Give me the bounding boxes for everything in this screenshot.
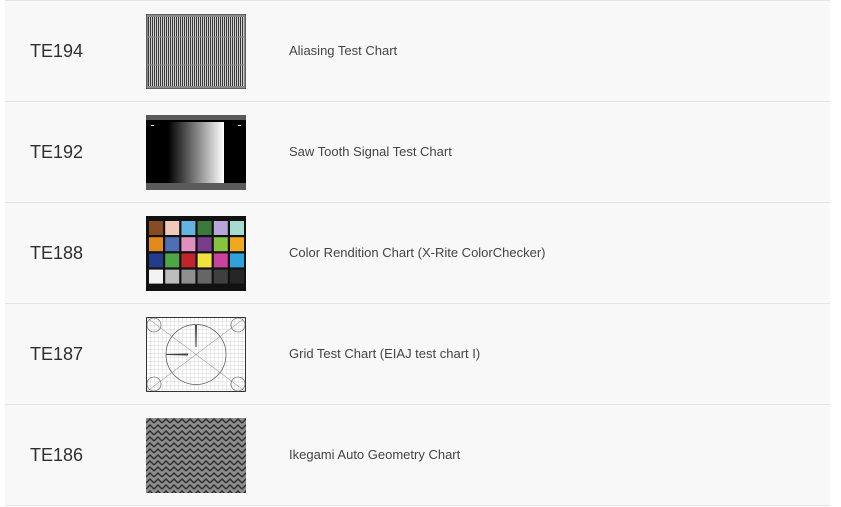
color-swatch — [230, 221, 244, 235]
color-swatch — [165, 237, 180, 252]
color-swatch — [181, 237, 196, 252]
color-swatch — [165, 221, 180, 235]
color-swatch — [181, 253, 196, 268]
color-swatch — [213, 237, 228, 252]
product-name[interactable]: Color Rendition Chart (X-Rite ColorCheck… — [289, 203, 545, 303]
product-code: TE187 — [30, 344, 84, 364]
aliasing-chart-image[interactable] — [146, 14, 246, 89]
product-code: TE186 — [30, 445, 84, 465]
product-name[interactable]: Ikegami Auto Geometry Chart — [289, 405, 460, 505]
color-swatch — [230, 269, 244, 284]
table-row[interactable]: TE194 Aliasing Test Chart — [5, 0, 830, 101]
color-swatch — [165, 269, 180, 284]
grid-chart-image[interactable] — [146, 317, 246, 392]
color-swatch — [197, 221, 212, 235]
color-swatch — [213, 253, 228, 268]
table-row[interactable]: TE192 Saw Tooth Signal Test Chart — [5, 101, 830, 202]
table-row[interactable]: TE187 Grid Test Chart (EIAJ test chart I… — [5, 303, 830, 404]
color-swatch — [213, 269, 228, 284]
color-swatch — [165, 253, 180, 268]
color-swatch — [197, 237, 212, 252]
product-name[interactable]: Saw Tooth Signal Test Chart — [289, 102, 452, 202]
product-code: TE188 — [30, 243, 84, 263]
geometry-chart-image[interactable] — [146, 418, 246, 493]
sawtooth-chart-image[interactable] — [146, 115, 246, 190]
color-swatch — [149, 269, 163, 284]
color-swatch — [230, 253, 244, 268]
product-name[interactable]: Grid Test Chart (EIAJ test chart I) — [289, 304, 480, 404]
color-swatch — [197, 253, 212, 268]
color-swatch — [181, 269, 196, 284]
color-swatch — [213, 221, 228, 235]
color-swatch — [149, 237, 163, 252]
colorchecker-chart-image[interactable] — [146, 216, 246, 291]
table-row[interactable]: TE188 Color Rendition Chart (X-Rite Colo… — [5, 202, 830, 303]
color-swatch — [197, 269, 212, 284]
color-swatch — [149, 221, 163, 235]
product-name[interactable]: Aliasing Test Chart — [289, 1, 397, 101]
product-table: TE194 Aliasing Test Chart TE192 Saw Toot… — [5, 0, 830, 506]
product-code: TE194 — [30, 41, 84, 61]
color-swatch — [181, 221, 196, 235]
product-code: TE192 — [30, 142, 84, 162]
color-swatch — [149, 253, 163, 268]
color-swatch — [230, 237, 244, 252]
table-row[interactable]: TE186 Ikegami Auto Geometry Chart — [5, 404, 830, 506]
